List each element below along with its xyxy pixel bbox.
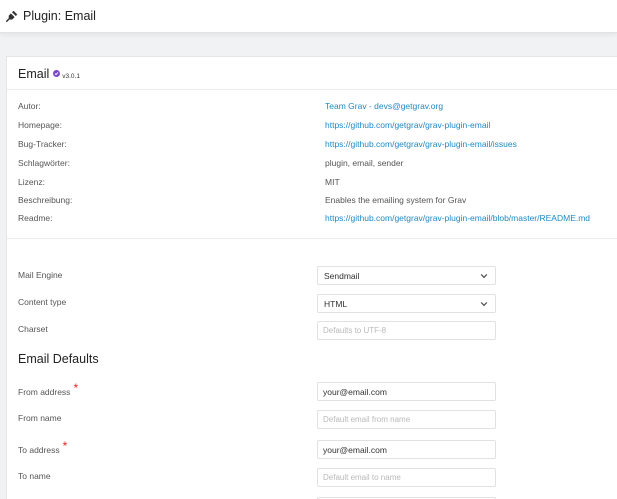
mail-engine-value: Sendmail xyxy=(324,270,360,281)
email-defaults-heading: Email Defaults xyxy=(18,352,99,366)
description-value: Enables the emailing system for Grav xyxy=(325,195,467,205)
info-label-description: Beschreibung: xyxy=(18,195,73,205)
readme-link[interactable]: https://github.com/getgrav/grav-plugin-e… xyxy=(325,213,590,223)
homepage-link[interactable]: https://github.com/getgrav/grav-plugin-e… xyxy=(325,120,490,130)
author-link[interactable]: Team Grav - devs@getgrav.org xyxy=(325,101,443,111)
license-value: MIT xyxy=(325,177,340,187)
plugin-version: v3.0.1 xyxy=(62,73,80,80)
chevron-down-icon xyxy=(480,301,488,307)
mail-engine-label: Mail Engine xyxy=(18,270,63,280)
plugin-name: Email xyxy=(18,67,50,81)
content-type-label: Content type xyxy=(18,297,67,307)
content-type-select[interactable]: HTML xyxy=(317,294,496,313)
from-address-input[interactable]: your@email.com xyxy=(317,382,496,401)
plugin-header: Email v3.0.1 xyxy=(18,67,80,81)
divider xyxy=(7,89,617,90)
content-type-value: HTML xyxy=(324,298,348,309)
verified-badge-icon xyxy=(53,70,61,77)
to-address-input[interactable]: your@email.com xyxy=(317,440,496,459)
plug-icon xyxy=(6,10,18,22)
to-name-label: To name xyxy=(18,471,51,481)
required-mark: * xyxy=(62,439,68,453)
page-title: Plugin: Email xyxy=(23,9,96,23)
top-bar: Plugin: Email xyxy=(0,0,617,33)
mail-engine-select[interactable]: Sendmail xyxy=(317,266,496,285)
info-label-keywords: Schlagwörter: xyxy=(18,158,70,168)
keywords-value: plugin, email, sender xyxy=(325,158,404,168)
to-address-label: To address * xyxy=(18,439,68,455)
chevron-down-icon xyxy=(480,273,488,279)
from-name-label: From name xyxy=(18,413,62,423)
info-label-homepage: Homepage: xyxy=(18,120,62,130)
info-label-readme: Readme: xyxy=(18,213,53,223)
charset-input[interactable]: Defaults to UTF-8 xyxy=(317,321,496,340)
divider xyxy=(7,238,617,239)
plugin-panel: Email v3.0.1 Autor: Team Grav - devs@get… xyxy=(6,56,617,499)
info-label-license: Lizenz: xyxy=(18,177,45,187)
bugtracker-link[interactable]: https://github.com/getgrav/grav-plugin-e… xyxy=(325,139,517,149)
from-address-label: From address * xyxy=(18,381,79,397)
info-label-author: Autor: xyxy=(18,101,41,111)
to-name-input[interactable]: Default email to name xyxy=(317,468,496,487)
info-label-bugtracker: Bug-Tracker: xyxy=(18,139,67,149)
charset-label: Charset xyxy=(18,324,48,334)
from-name-input[interactable]: Default email from name xyxy=(317,410,496,429)
required-mark: * xyxy=(73,381,79,395)
